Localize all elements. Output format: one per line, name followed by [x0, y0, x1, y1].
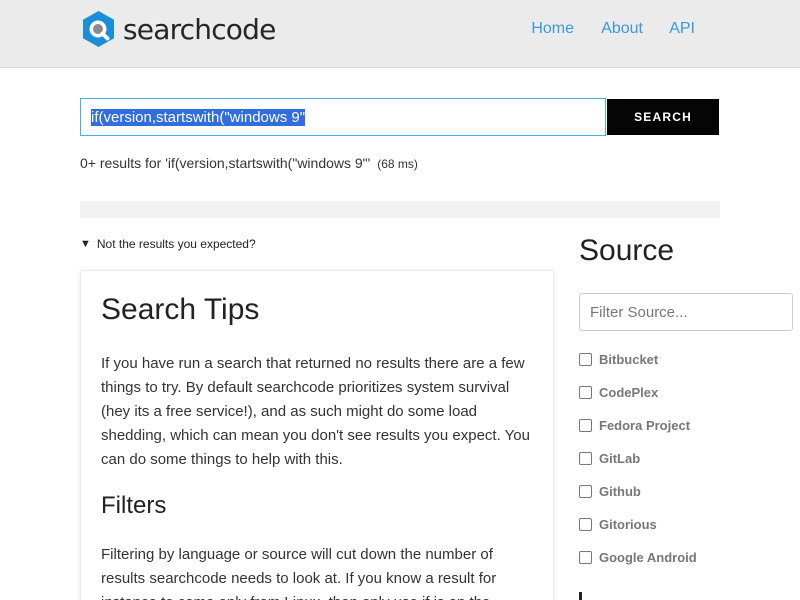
- source-option-codeplex[interactable]: CodePlex: [579, 376, 697, 409]
- source-option-fedora-project[interactable]: Fedora Project: [579, 409, 697, 442]
- nav-link-home[interactable]: Home: [531, 20, 574, 38]
- results-summary: 0+ results for 'if(version,startswith("w…: [80, 155, 418, 171]
- results-count-text: 0+ results for 'if(version,startswith("w…: [80, 155, 371, 171]
- results-divider-bar: [80, 201, 720, 218]
- source-option-label: Gitorious: [599, 517, 657, 532]
- search-button[interactable]: SEARCH: [607, 99, 719, 135]
- search-tips-text: If you have run a search that returned n…: [101, 355, 530, 468]
- filters-text: Filtering by language or source will cut…: [101, 546, 497, 600]
- magnifier-hexagon-icon: [83, 11, 114, 47]
- checkbox[interactable]: [579, 386, 592, 399]
- source-option-google-android[interactable]: Google Android: [579, 541, 697, 574]
- source-heading: Source: [579, 234, 675, 267]
- source-option-label: CodePlex: [599, 385, 659, 400]
- checkbox[interactable]: [579, 518, 592, 531]
- source-option-label: Fedora Project: [599, 418, 691, 433]
- checkbox[interactable]: [579, 419, 592, 432]
- site-header: searchcode Home About API: [0, 0, 800, 68]
- brand-name: searchcode: [123, 12, 276, 46]
- next-section-heading-cutoff: [579, 592, 582, 600]
- source-option-label: Google Android: [599, 550, 697, 565]
- source-option-gitlab[interactable]: GitLab: [579, 442, 697, 475]
- site-logo[interactable]: searchcode: [80, 10, 276, 48]
- search-input[interactable]: [80, 98, 606, 136]
- source-option-bitbucket[interactable]: Bitbucket: [579, 343, 697, 376]
- not-expected-toggle[interactable]: ▼ Not the results you expected?: [80, 237, 256, 251]
- checkbox[interactable]: [579, 485, 592, 498]
- source-option-gitorious[interactable]: Gitorious: [579, 508, 697, 541]
- source-filter-list: Bitbucket CodePlex Fedora Project GitLab…: [579, 343, 697, 574]
- checkbox[interactable]: [579, 551, 592, 564]
- filters-heading: Filters: [101, 492, 167, 519]
- checkbox[interactable]: [579, 353, 592, 366]
- source-option-github[interactable]: Github: [579, 475, 697, 508]
- results-time: (68 ms): [377, 157, 418, 171]
- nav-link-api[interactable]: API: [669, 20, 695, 38]
- nav-link-about[interactable]: About: [601, 20, 643, 38]
- checkbox[interactable]: [579, 452, 592, 465]
- source-option-label: Github: [599, 484, 641, 499]
- source-option-label: Bitbucket: [599, 352, 659, 367]
- search-tips-title: Search Tips: [101, 293, 260, 326]
- caret-down-icon: ▼: [80, 238, 91, 250]
- source-option-label: GitLab: [599, 451, 641, 466]
- search-tips-card: Search Tips If you have run a search tha…: [80, 270, 554, 600]
- filter-source-input[interactable]: [579, 293, 793, 331]
- toggle-label: Not the results you expected?: [96, 237, 256, 251]
